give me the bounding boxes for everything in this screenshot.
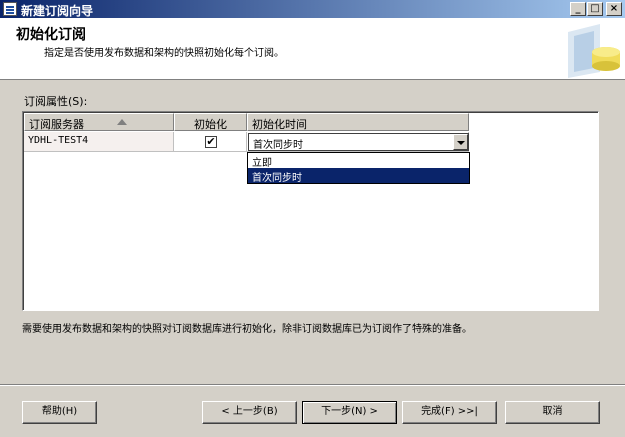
wizard-app-icon [3,2,17,16]
table-row[interactable]: YDHL-TEST4 ✔ 首次同步时 [24,132,469,152]
title-bar: 新建订阅向导 _ □ × [0,0,625,18]
init-time-select[interactable]: 首次同步时 [248,133,469,151]
sort-ascending-icon [117,119,127,125]
divider [0,384,625,386]
chevron-down-icon[interactable] [453,134,468,150]
init-time-cell: 首次同步时 [247,132,469,152]
database-banner-icon [568,24,620,78]
subscriber-cell[interactable]: YDHL-TEST4 [24,132,174,152]
subscription-grid[interactable]: 订阅服务器 初始化 初始化时间 YDHL-TEST4 ✔ 首次同步时 [22,111,599,311]
minimize-button[interactable]: _ [570,2,586,16]
page-description: 指定是否使用发布数据和架构的快照初始化每个订阅。 [44,48,284,59]
option-first-sync[interactable]: 首次同步时 [248,168,469,184]
window-title: 新建订阅向导 [21,4,94,18]
info-note: 需要使用发布数据和架构的快照对订阅数据库进行初始化，除非订阅数据库已为订阅作了特… [22,324,472,335]
next-button[interactable]: 下一步(N) > [302,401,397,424]
initialize-checkbox[interactable]: ✔ [205,136,217,148]
page-title: 初始化订阅 [16,27,86,43]
init-time-select-value: 首次同步时 [253,140,303,151]
option-immediately[interactable]: 立即 [248,153,469,169]
help-button[interactable]: 帮助(H) [22,401,97,424]
column-header-subscriber[interactable]: 订阅服务器 [24,113,174,131]
maximize-button[interactable]: □ [587,2,603,16]
column-header-initialize[interactable]: 初始化 [174,113,247,131]
column-header-init-time[interactable]: 初始化时间 [247,113,469,131]
finish-button[interactable]: 完成(F) >>| [402,401,497,424]
wizard-header: 初始化订阅 指定是否使用发布数据和架构的快照初始化每个订阅。 [0,18,625,80]
init-time-dropdown-list[interactable]: 立即 首次同步时 [247,152,470,184]
close-button[interactable]: × [606,2,622,16]
back-button[interactable]: < 上一步(B) [202,401,297,424]
cancel-button[interactable]: 取消 [505,401,600,424]
subscription-properties-label: 订阅属性(S): [24,95,88,108]
column-header-subscriber-label: 订阅服务器 [29,118,84,131]
initialize-cell: ✔ [174,132,247,152]
